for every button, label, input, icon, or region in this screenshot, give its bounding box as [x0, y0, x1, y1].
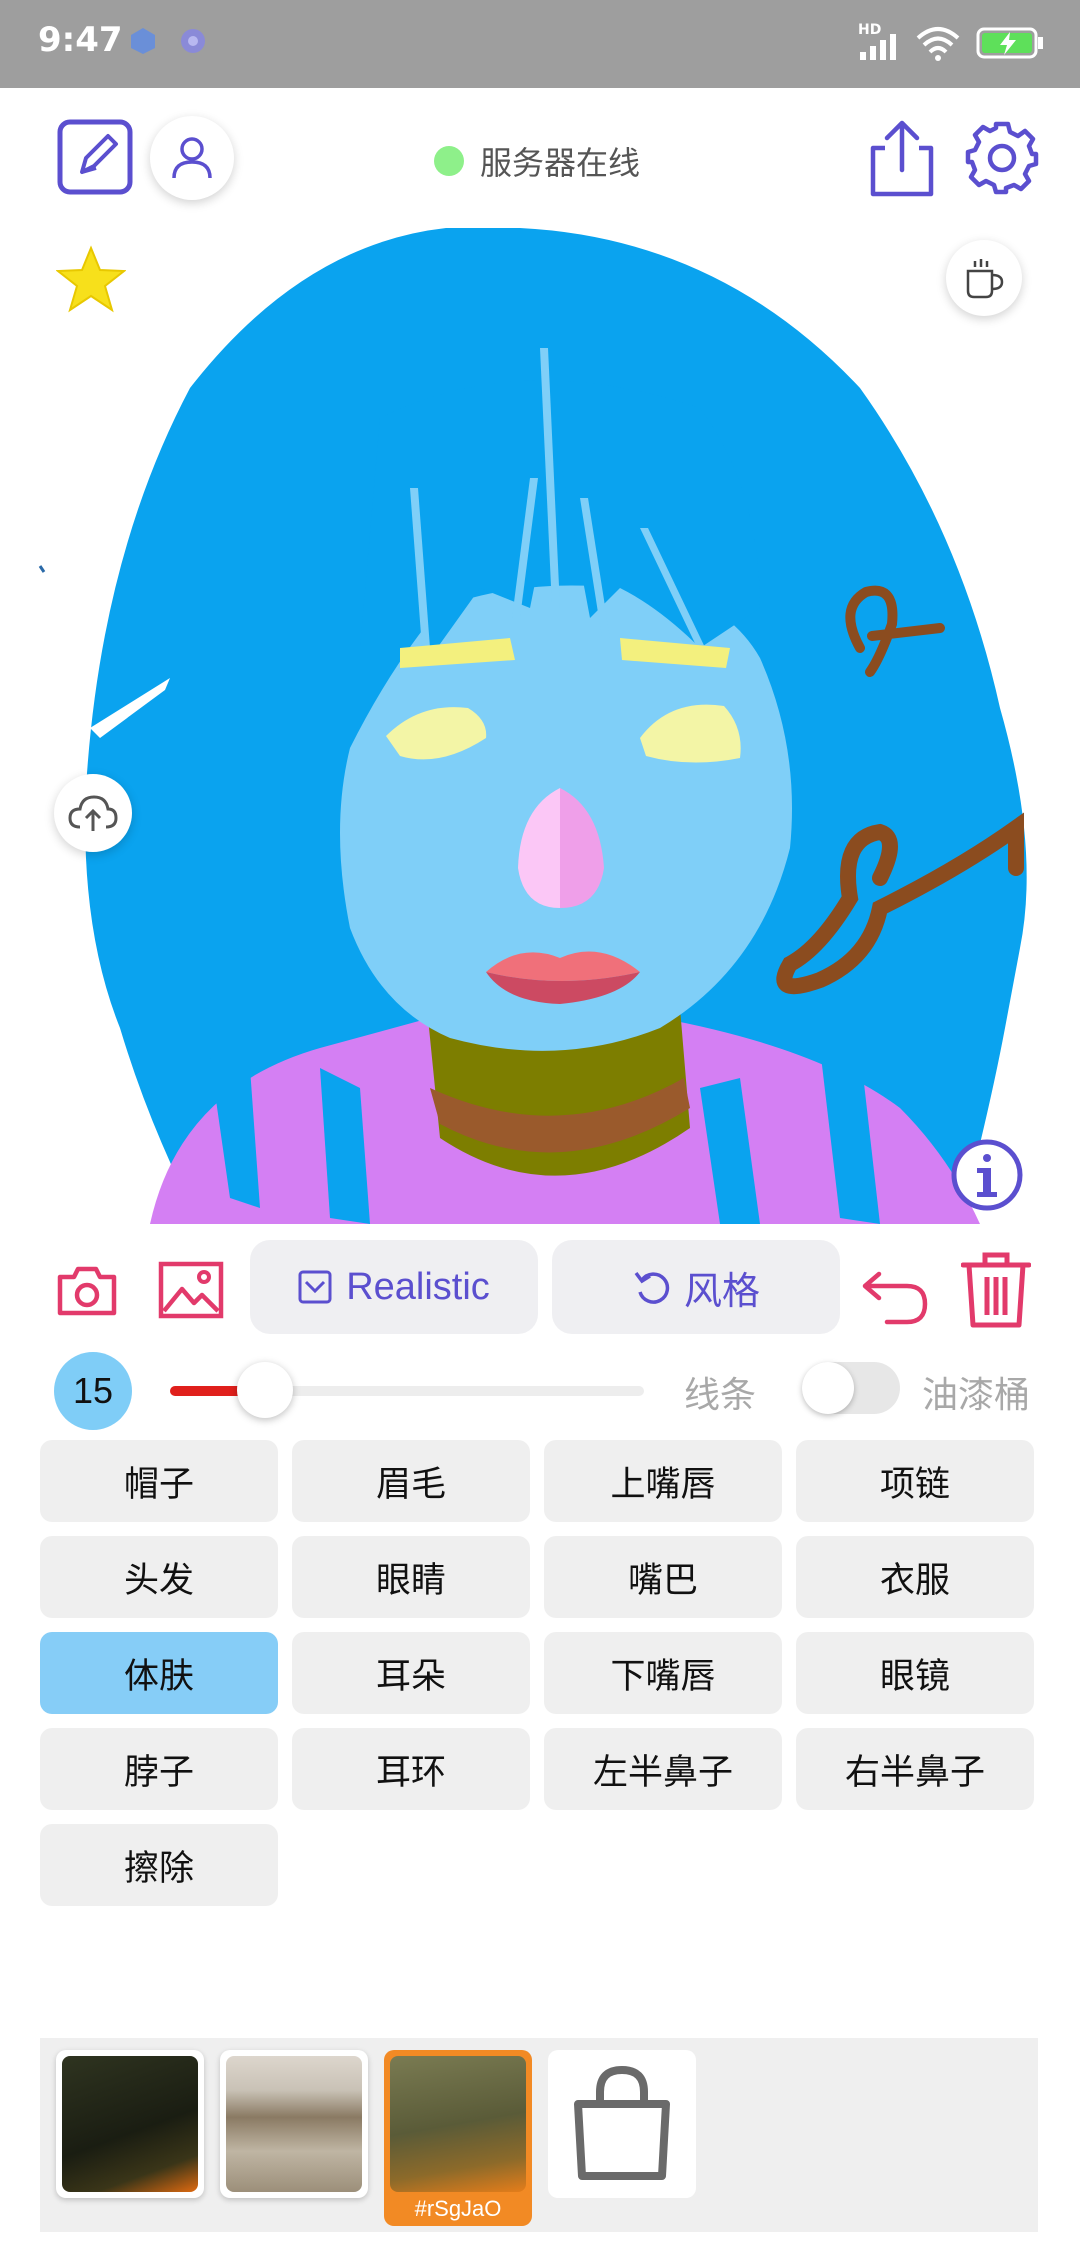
trash-icon	[961, 1252, 1031, 1328]
star-icon[interactable]	[56, 244, 126, 314]
clear-button[interactable]	[958, 1250, 1034, 1330]
brush-size-slider[interactable]	[170, 1362, 644, 1418]
info-icon[interactable]	[950, 1138, 1024, 1212]
category-button[interactable]: 擦除	[40, 1824, 278, 1906]
user-button[interactable]	[150, 116, 234, 200]
camera-button[interactable]	[54, 1260, 120, 1320]
refresh-icon	[634, 1271, 670, 1304]
shopping-bag-icon	[574, 2065, 670, 2180]
result-image	[226, 2056, 362, 2192]
share-button[interactable]	[866, 118, 938, 198]
result-strip: #rSgJaO	[40, 2038, 1038, 2232]
sketch-drawing	[38, 228, 1027, 1224]
model-check-icon	[298, 1270, 332, 1304]
user-icon	[172, 137, 212, 179]
category-button[interactable]: 嘴巴	[544, 1536, 782, 1618]
style-button[interactable]: 风格	[552, 1240, 840, 1334]
category-button[interactable]: 脖子	[40, 1728, 278, 1810]
result-tag: #rSgJaO	[414, 2196, 502, 2221]
category-button[interactable]: 耳环	[292, 1728, 530, 1810]
category-button[interactable]: 头发	[40, 1536, 278, 1618]
line-mode-label: 线条	[684, 1375, 757, 1416]
coffee-cup-icon	[966, 259, 1004, 299]
battery-charging-icon	[976, 27, 1043, 59]
paint-bucket-toggle[interactable]	[802, 1362, 900, 1414]
category-button[interactable]: 左半鼻子	[544, 1728, 782, 1810]
category-button[interactable]: 右半鼻子	[796, 1728, 1034, 1810]
category-button[interactable]: 上嘴唇	[544, 1440, 782, 1522]
category-button[interactable]: 耳朵	[292, 1632, 530, 1714]
undo-icon	[862, 1271, 928, 1325]
gallery-button[interactable]	[156, 1258, 226, 1322]
category-button[interactable]: 眼镜	[796, 1632, 1034, 1714]
app-notification-icon	[131, 28, 155, 54]
category-button[interactable]: 眉毛	[292, 1440, 530, 1522]
slider-handle[interactable]	[236, 1362, 293, 1418]
coffee-button[interactable]	[946, 240, 1022, 316]
paint-bucket-label: 油漆桶	[922, 1375, 1031, 1416]
server-status: 服务器在线	[434, 138, 640, 184]
style-button-label: 风格	[683, 1270, 760, 1313]
undo-button[interactable]	[860, 1258, 932, 1328]
result-image	[62, 2056, 198, 2192]
image-icon	[158, 1261, 224, 1319]
server-status-label: 服务器在线	[480, 144, 641, 182]
category-button[interactable]: 眼睛	[292, 1536, 530, 1618]
category-button[interactable]: 体肤	[40, 1632, 278, 1714]
tool-row: Realistic 风格	[0, 1230, 1080, 1340]
status-dot	[434, 146, 464, 176]
edit-pad-button[interactable]	[56, 118, 134, 196]
wifi-icon	[916, 27, 960, 61]
result-thumbnail[interactable]	[220, 2050, 368, 2198]
category-button[interactable]: 项链	[796, 1440, 1034, 1522]
top-bar: 服务器在线	[0, 88, 1080, 228]
category-button[interactable]: 下嘴唇	[544, 1632, 782, 1714]
drawing-canvas[interactable]	[0, 228, 1080, 1224]
edit-pad-icon	[57, 119, 133, 195]
result-thumbnail-selected[interactable]: #rSgJaO	[384, 2050, 532, 2226]
status-bar: 9:47 HD	[0, 0, 1080, 88]
brush-size-badge: 15	[54, 1352, 132, 1430]
status-time: 9:47	[38, 20, 123, 60]
gear-icon	[965, 121, 1039, 195]
cloud-upload-button[interactable]	[54, 774, 132, 852]
result-thumbnail[interactable]	[56, 2050, 204, 2198]
share-icon	[870, 120, 934, 197]
brush-row: 15 线条 油漆桶	[0, 1346, 1080, 1430]
model-button[interactable]: Realistic	[250, 1240, 538, 1334]
signal-icon	[860, 34, 896, 60]
settings-button[interactable]	[962, 118, 1042, 198]
camera-icon	[57, 1266, 117, 1316]
model-button-label: Realistic	[346, 1265, 490, 1308]
category-button[interactable]: 衣服	[796, 1536, 1034, 1618]
result-image	[390, 2056, 526, 2192]
toggle-knob	[802, 1362, 854, 1414]
category-button[interactable]: 帽子	[40, 1440, 278, 1522]
cloud-upload-icon	[68, 795, 118, 831]
shop-button[interactable]	[548, 2050, 696, 2198]
app-notification-icon	[181, 29, 205, 53]
